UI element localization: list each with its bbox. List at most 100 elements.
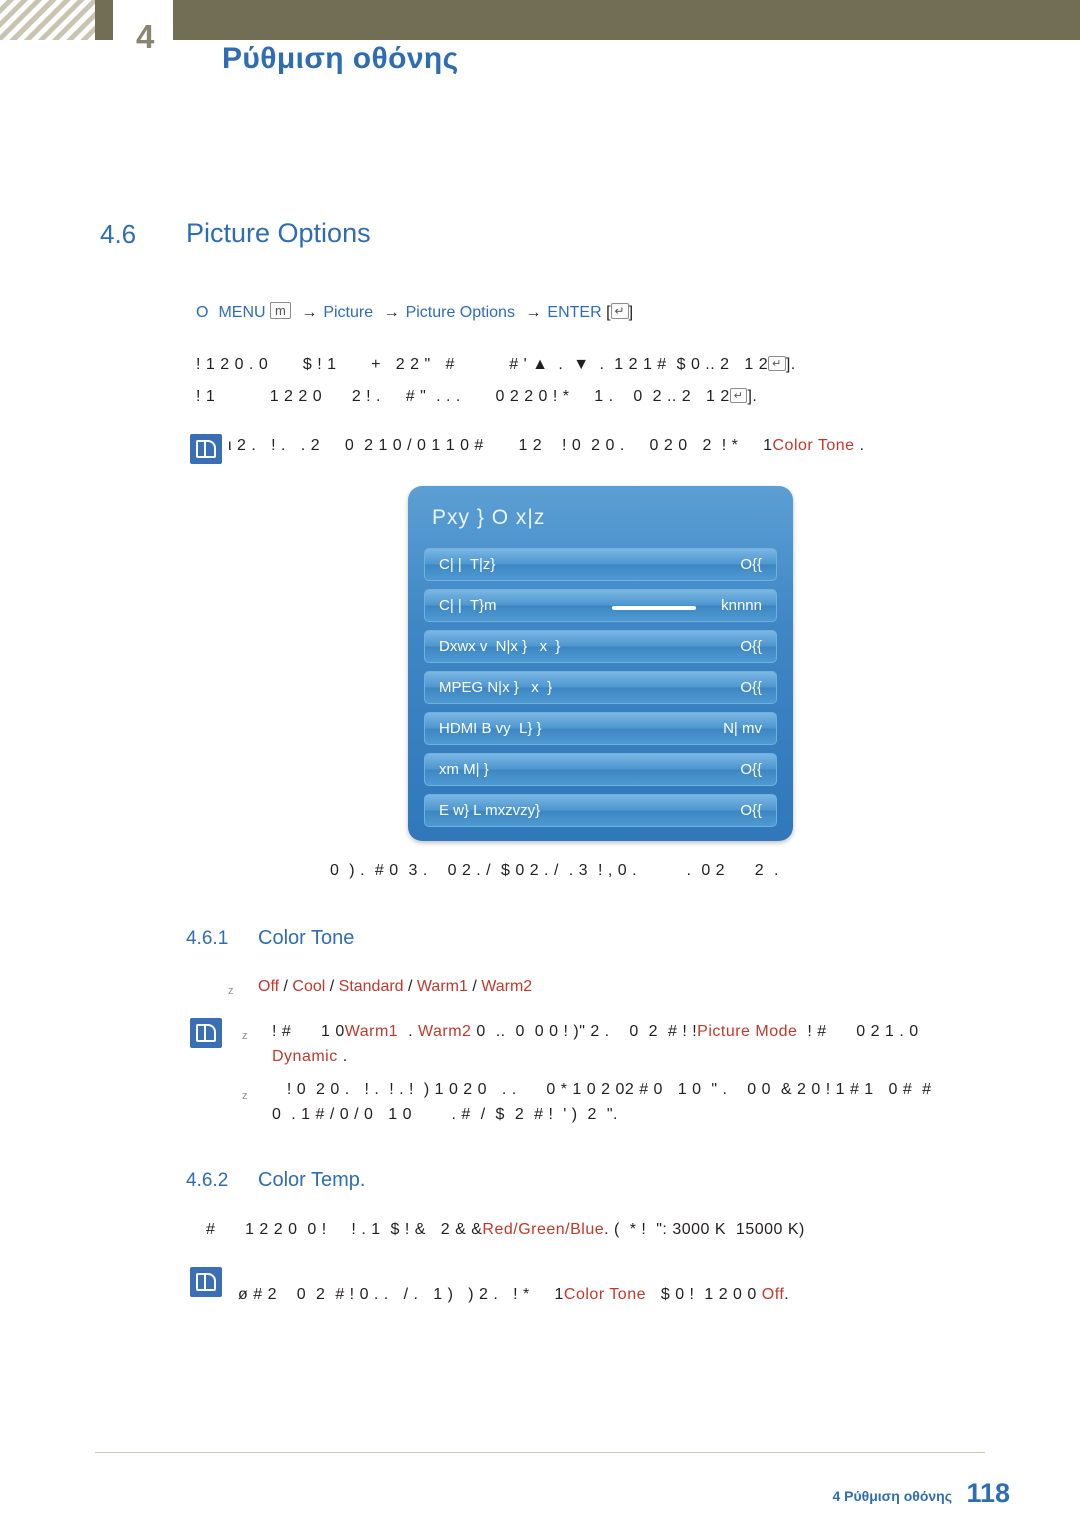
rgb-ref: Red/Green/Blue: [482, 1221, 605, 1238]
note-line-4: ø # 2 0 2 # ! 0 . . / . 1 ) ) 2 . ! * 1C…: [238, 1286, 790, 1303]
osd-row-label: Dxwx v N|x } x }: [439, 638, 561, 655]
path-bullet: O: [196, 304, 209, 321]
path-arrow-3: →: [525, 304, 542, 321]
osd-panel: Pxy } O x|z C| | T|z} O{{ C| | T}m knnnn…: [408, 486, 793, 841]
enter-key-icon: ↵: [610, 303, 629, 319]
note1-color-tone-ref: Color Tone: [772, 437, 855, 454]
path-picture-label: Picture: [323, 304, 374, 321]
body-line-1-c: + 2 2 " #: [371, 356, 455, 373]
note-3g: . # / $ 2 # ! ' ) 2 ".: [451, 1106, 618, 1123]
path-menu-label: MENU: [218, 304, 266, 321]
osd-row-value: O{{: [740, 761, 762, 778]
picture-mode-ref: Picture Mode: [697, 1023, 798, 1040]
subsection-2-number: 4.6.2: [186, 1170, 229, 1191]
body-line-2-g: 0 2 .. 2 1 2: [633, 388, 730, 405]
bullet-marker: z: [242, 1090, 248, 1102]
menu-path: O MENU m → Picture → Picture Options → ENTER…: [196, 302, 634, 321]
warm1-ref: Warm1: [344, 1023, 399, 1040]
page-title: Ρύθμιση οθόνης: [222, 42, 459, 75]
note1-c: 1 2: [518, 437, 543, 454]
note-3c: 2 # 0: [624, 1081, 663, 1098]
header-hatch-decoration: [0, 0, 95, 40]
osd-row-value: O{{: [740, 556, 762, 573]
body-line-1-d: # ' ▲: [509, 356, 549, 373]
footer-page-number: 118: [966, 1478, 1010, 1508]
body-line-2-h: ].: [747, 388, 758, 405]
body-line-1-g: $ 0 .. 2 1 2: [676, 356, 769, 373]
osd-row-value: O{{: [740, 679, 762, 696]
note-icon: [190, 1267, 222, 1297]
note-3e: 0 0 & 2 0 ! 1 # 1 0 # #: [747, 1081, 932, 1098]
option-standard: Standard: [338, 978, 404, 995]
osd-row-color-temp[interactable]: C| | T}m knnnn: [424, 589, 777, 622]
note-2i: .: [342, 1048, 348, 1065]
path-picture-options-label: Picture Options: [405, 304, 515, 321]
color-tone-options: Off / Cool / Standard / Warm1 / Warm2: [258, 978, 533, 995]
osd-row-mpeg-noise-filter[interactable]: MPEG N|x } x } O{{: [424, 671, 777, 704]
bullet-marker: z: [242, 1030, 248, 1042]
enter-key-icon-inline-2: ↵: [729, 388, 748, 403]
note1-b: 0 2 1 0 / 0 1 1 0 #: [344, 437, 484, 454]
osd-row-color-tone[interactable]: C| | T|z} O{{: [424, 548, 777, 581]
osd-row-digital-noise-filter[interactable]: Dxwx v N|x } x } O{{: [424, 630, 777, 663]
osd-row-value: O{{: [740, 638, 762, 655]
note1-end: .: [859, 437, 865, 454]
osd-row-label: C| | T}m: [439, 597, 497, 614]
body-line-1-e: . ▼: [558, 356, 590, 373]
osd-row-value: N| mv: [723, 720, 762, 737]
body-line-2-c: 2 ! .: [351, 388, 381, 405]
osd-slider[interactable]: [612, 606, 696, 610]
chapter-number: 4: [136, 18, 155, 55]
footer-chapter-label: 4 Ρύθμιση οθόνης: [832, 1488, 953, 1504]
body-line-1-b: $ ! 1: [302, 356, 337, 373]
note-3a: ! 0 2 0 . ! . ! . ! ) 1 0 2 0 . .: [286, 1081, 517, 1098]
subsection-1-title: Color Tone: [258, 927, 355, 949]
note-2g: ! #: [807, 1023, 827, 1040]
osd-row-label: E w} L mxzvzy}: [439, 802, 541, 819]
ct-c: ! . 1 $ ! &: [351, 1221, 426, 1238]
note1-d: ! 0 2 0 .: [561, 437, 625, 454]
enter-key-icon-inline-1: ↵: [768, 356, 786, 371]
note1-e: 0 2 0: [649, 437, 688, 454]
osd-row-hdmi-black-level[interactable]: HDMI B vy L} } N| mv: [424, 712, 777, 745]
body-line-2-d: # " . . .: [405, 388, 461, 405]
path-arrow-1: →: [301, 304, 318, 321]
section-title: Picture Options: [186, 218, 371, 248]
body-line-1: ! 1 2 0 . 0 $ ! 1 + 2 2 " # # ' ▲ . ▼ . …: [196, 356, 796, 374]
body-line-1-f: . 1 2 1 #: [599, 356, 667, 373]
note-3b: 0 * 1 0 2 0: [546, 1081, 625, 1098]
osd-row-label: xm M| }: [439, 761, 489, 778]
note-3f: 0 . 1 # / 0 / 0 1 0: [272, 1106, 412, 1123]
ct-a: #: [206, 1221, 216, 1238]
body-line-1-a: ! 1 2 0 . 0: [196, 356, 269, 373]
body-line-2-e: 0 2 2 0 ! *: [495, 388, 570, 405]
note-icon: [190, 1018, 222, 1048]
path-arrow-2: →: [383, 304, 400, 321]
note-2f: 0 2 # !: [629, 1023, 688, 1040]
note-2d: 0 .. 0 0 0 !: [476, 1023, 569, 1040]
note-line-3-cont: 0 . 1 # / 0 / 0 1 0 . # / $ 2 # ! ' ) 2 …: [272, 1106, 618, 1124]
note-2c: .: [408, 1023, 414, 1040]
option-off: Off: [258, 978, 280, 995]
option-cool: Cool: [292, 978, 326, 995]
note-line-3: ! 0 2 0 . ! . ! . ! ) 1 0 2 0 . . 0 * 1 …: [272, 1081, 932, 1099]
bullet-marker: z: [228, 985, 234, 997]
osd-row-label: HDMI B vy L} }: [439, 720, 542, 737]
note-4b: 0 2 # ! 0 . . / . 1 ): [296, 1286, 454, 1303]
note-4e: .: [784, 1286, 790, 1303]
footer-divider: [95, 1452, 985, 1453]
note-2b: 1 0: [320, 1023, 345, 1040]
osd-row-value: O{{: [740, 802, 762, 819]
note-line-2: ! # 1 0Warm1 . Warm2 0 .. 0 0 0 ! )" 2 .…: [272, 1023, 919, 1040]
ct-d: 2 &: [440, 1221, 467, 1238]
warm2-ref: Warm2: [417, 1023, 472, 1040]
note-line-2-cont: Dynamic .: [272, 1048, 348, 1066]
note-icon: [190, 434, 222, 464]
osd-caption: 0 ) . # 0 3 . 0 2 . / $ 0 2 . / . 3 ! , …: [330, 862, 779, 879]
osd-row-label: C| | T|z}: [439, 556, 496, 573]
note-4a: ø # 2: [238, 1286, 277, 1303]
osd-row-dynamic-backlight[interactable]: E w} L mxzvzy} O{{: [424, 794, 777, 827]
osd-title: Pxy } O x|z: [432, 506, 546, 529]
osd-row-film-mode[interactable]: xm M| } O{{: [424, 753, 777, 786]
note-4c: ) 2 . ! *: [468, 1286, 530, 1303]
